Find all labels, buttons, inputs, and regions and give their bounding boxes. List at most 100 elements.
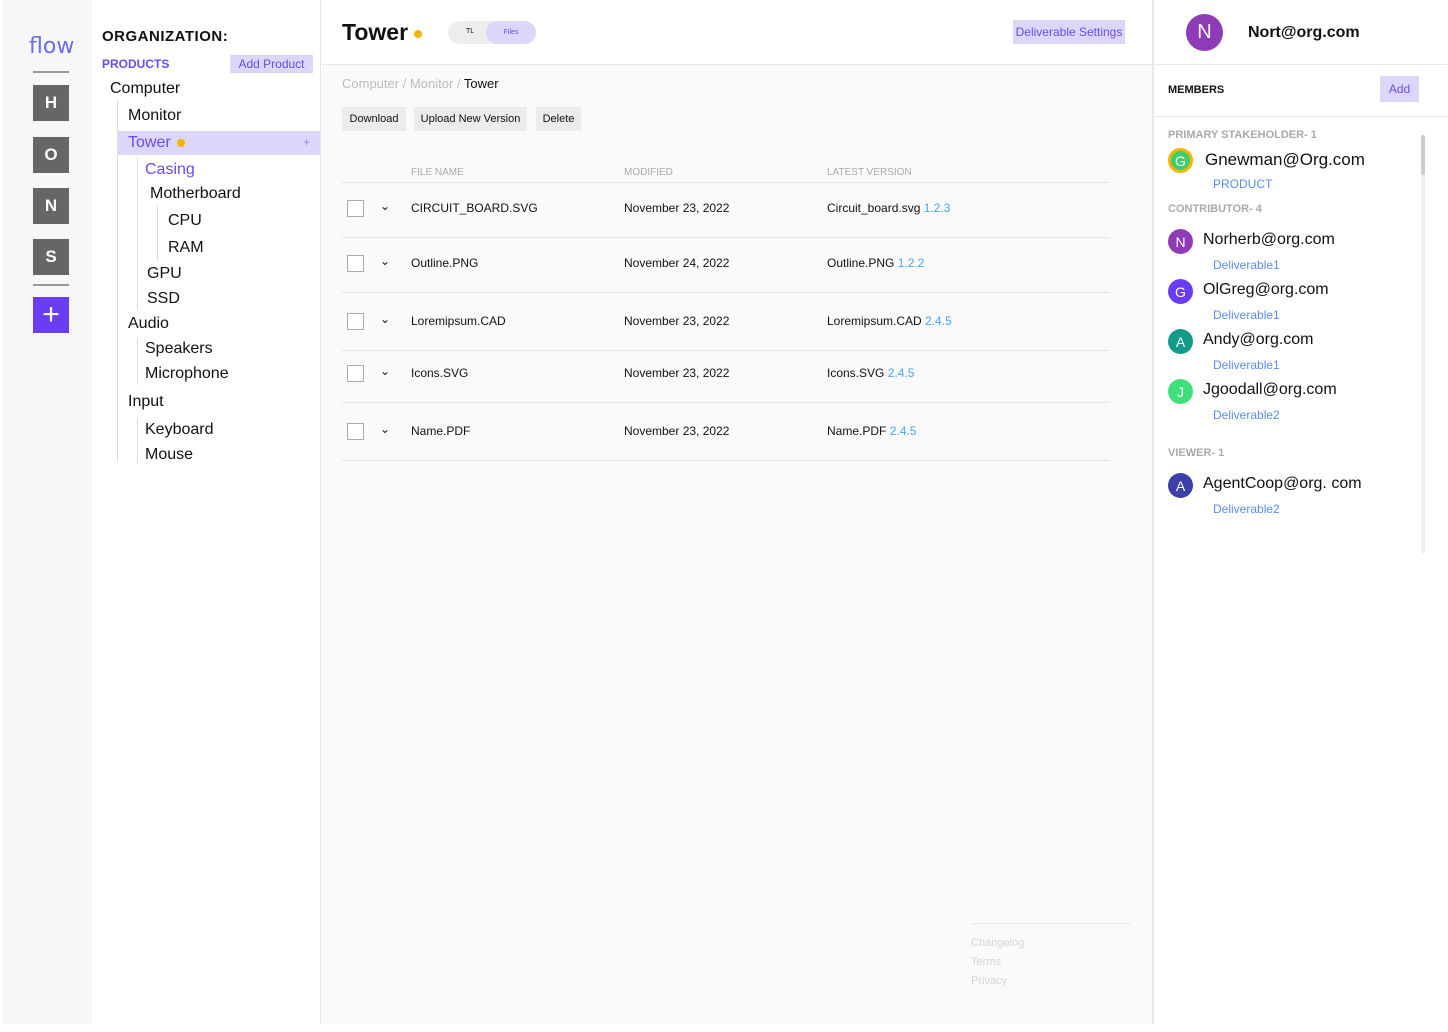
main-panel: Tower TL Files Deliverable Settings Comp… bbox=[322, 0, 1152, 1024]
tree-item-gpu[interactable]: GPU bbox=[147, 264, 182, 284]
tree-item-cpu[interactable]: CPU bbox=[168, 211, 202, 231]
divider bbox=[342, 402, 1110, 403]
tree-item-monitor[interactable]: Monitor bbox=[128, 106, 181, 126]
chevron-down-icon[interactable]: ⌄ bbox=[380, 364, 390, 378]
member-avatar: A bbox=[1168, 329, 1193, 354]
member-role[interactable]: Deliverable2 bbox=[1213, 502, 1280, 516]
chevron-down-icon[interactable]: ⌄ bbox=[380, 312, 390, 326]
main-header: Tower TL Files Deliverable Settings bbox=[322, 0, 1152, 65]
download-button[interactable]: Download bbox=[342, 107, 406, 131]
breadcrumb-computer[interactable]: Computer bbox=[342, 76, 399, 91]
chevron-down-icon[interactable]: ⌄ bbox=[380, 199, 390, 213]
contributor-label: CONTRIBUTOR- 4 bbox=[1168, 203, 1262, 215]
file-name[interactable]: Outline.PNG bbox=[411, 256, 478, 270]
add-member-button[interactable]: Add bbox=[1380, 76, 1419, 102]
chevron-down-icon[interactable]: ⌄ bbox=[380, 254, 390, 268]
tree-item-casing[interactable]: Casing bbox=[145, 160, 195, 180]
column-header-file-name[interactable]: FILE NAME bbox=[411, 167, 464, 178]
add-product-button[interactable]: Add Product bbox=[230, 55, 313, 73]
page-title-text: Tower bbox=[342, 19, 409, 45]
scrollbar[interactable] bbox=[1421, 135, 1425, 553]
version-number[interactable]: 1.2.2 bbox=[898, 256, 925, 270]
organization-label: ORGANIZATION: bbox=[102, 28, 229, 45]
add-child-icon[interactable]: + bbox=[303, 135, 310, 149]
file-name[interactable]: Icons.SVG bbox=[411, 366, 468, 380]
add-workspace-button[interactable]: + bbox=[33, 297, 69, 333]
tree-item-audio[interactable]: Audio bbox=[128, 314, 169, 334]
tree-item-computer[interactable]: Computer bbox=[110, 79, 180, 99]
view-toggle[interactable]: TL Files bbox=[448, 21, 536, 44]
member-avatar: A bbox=[1168, 473, 1193, 498]
breadcrumb-sep: / bbox=[399, 76, 410, 91]
toggle-tl[interactable]: TL bbox=[466, 28, 474, 35]
version-number[interactable]: 2.4.5 bbox=[925, 314, 952, 328]
tree-item-motherboard[interactable]: Motherboard bbox=[150, 184, 241, 204]
changelog-link[interactable]: Changelog bbox=[971, 937, 1024, 949]
member-email[interactable]: Gnewman@Org.com bbox=[1205, 150, 1365, 170]
row-checkbox[interactable] bbox=[347, 255, 364, 272]
status-dot-icon bbox=[414, 29, 423, 38]
file-name[interactable]: Name.PDF bbox=[411, 424, 470, 438]
row-checkbox[interactable] bbox=[347, 313, 364, 330]
row-checkbox[interactable] bbox=[347, 423, 364, 440]
tree-item-speakers[interactable]: Speakers bbox=[145, 339, 213, 359]
file-modified: November 23, 2022 bbox=[624, 366, 730, 380]
member-email[interactable]: Jgoodall@org.com bbox=[1203, 381, 1337, 399]
latest-file[interactable]: Name.PDF bbox=[827, 424, 886, 438]
divider bbox=[1154, 64, 1447, 65]
workspace-o-button[interactable]: O bbox=[33, 137, 69, 173]
deliverable-settings-button[interactable]: Deliverable Settings bbox=[1013, 20, 1125, 44]
breadcrumb-current: Tower bbox=[463, 76, 499, 91]
tree-item-tower[interactable]: Tower bbox=[128, 133, 185, 153]
column-header-modified[interactable]: MODIFIED bbox=[624, 167, 673, 178]
tree-item-keyboard[interactable]: Keyboard bbox=[145, 420, 214, 440]
tree-line bbox=[137, 157, 138, 310]
member-email[interactable]: Andy@org.com bbox=[1203, 331, 1314, 349]
file-modified: November 23, 2022 bbox=[624, 424, 730, 438]
privacy-link[interactable]: Privacy bbox=[971, 975, 1007, 987]
breadcrumb-monitor[interactable]: Monitor bbox=[410, 76, 453, 91]
tree-item-mouse[interactable]: Mouse bbox=[145, 445, 193, 465]
latest-file[interactable]: Icons.SVG bbox=[827, 366, 884, 380]
file-name[interactable]: CIRCUIT_BOARD.SVG bbox=[411, 201, 538, 215]
version-number[interactable]: 2.4.5 bbox=[888, 366, 915, 380]
tree-item-input[interactable]: Input bbox=[128, 392, 164, 412]
chevron-down-icon[interactable]: ⌄ bbox=[380, 422, 390, 436]
member-role[interactable]: PRODUCT bbox=[1213, 177, 1272, 191]
workspace-n-button[interactable]: N bbox=[33, 188, 69, 224]
tree-line bbox=[157, 206, 158, 261]
tree-item-ssd[interactable]: SSD bbox=[147, 289, 180, 309]
row-checkbox[interactable] bbox=[347, 200, 364, 217]
members-panel: N Nort@org.com MEMBERS Add PRIMARY STAKE… bbox=[1152, 0, 1447, 1024]
column-header-latest-version[interactable]: LATEST VERSION bbox=[827, 167, 912, 178]
workspace-h-button[interactable]: H bbox=[33, 85, 69, 121]
file-modified: November 23, 2022 bbox=[624, 314, 730, 328]
workspace-s-button[interactable]: S bbox=[33, 239, 69, 275]
user-avatar[interactable]: N bbox=[1186, 14, 1223, 51]
file-modified: November 23, 2022 bbox=[624, 201, 730, 215]
terms-link[interactable]: Terms bbox=[971, 956, 1001, 968]
member-role[interactable]: Deliverable1 bbox=[1213, 258, 1280, 272]
row-checkbox[interactable] bbox=[347, 365, 364, 382]
tree-item-ram[interactable]: RAM bbox=[168, 238, 204, 258]
member-role[interactable]: Deliverable1 bbox=[1213, 308, 1280, 322]
member-role[interactable]: Deliverable2 bbox=[1213, 408, 1280, 422]
member-email[interactable]: AgentCoop@org. com bbox=[1203, 475, 1362, 493]
member-email[interactable]: Norherb@org.com bbox=[1203, 231, 1335, 249]
latest-file[interactable]: Outline.PNG bbox=[827, 256, 894, 270]
status-dot-icon bbox=[176, 138, 185, 147]
member-email[interactable]: OlGreg@org.com bbox=[1203, 281, 1329, 299]
delete-button[interactable]: Delete bbox=[536, 107, 581, 131]
tree-item-microphone[interactable]: Microphone bbox=[145, 364, 229, 384]
member-role[interactable]: Deliverable1 bbox=[1213, 358, 1280, 372]
latest-file[interactable]: Circuit_board.svg bbox=[827, 201, 920, 215]
latest-file[interactable]: Loremipsum.CAD bbox=[827, 314, 922, 328]
version-number[interactable]: 2.4.5 bbox=[890, 424, 917, 438]
divider bbox=[33, 284, 69, 286]
member-avatar: G bbox=[1168, 279, 1193, 304]
upload-new-version-button[interactable]: Upload New Version bbox=[414, 107, 527, 131]
file-name[interactable]: Loremipsum.CAD bbox=[411, 314, 506, 328]
toggle-files[interactable]: Files bbox=[486, 21, 536, 44]
version-number[interactable]: 1.2.3 bbox=[924, 201, 951, 215]
member-avatar: J bbox=[1168, 379, 1193, 404]
